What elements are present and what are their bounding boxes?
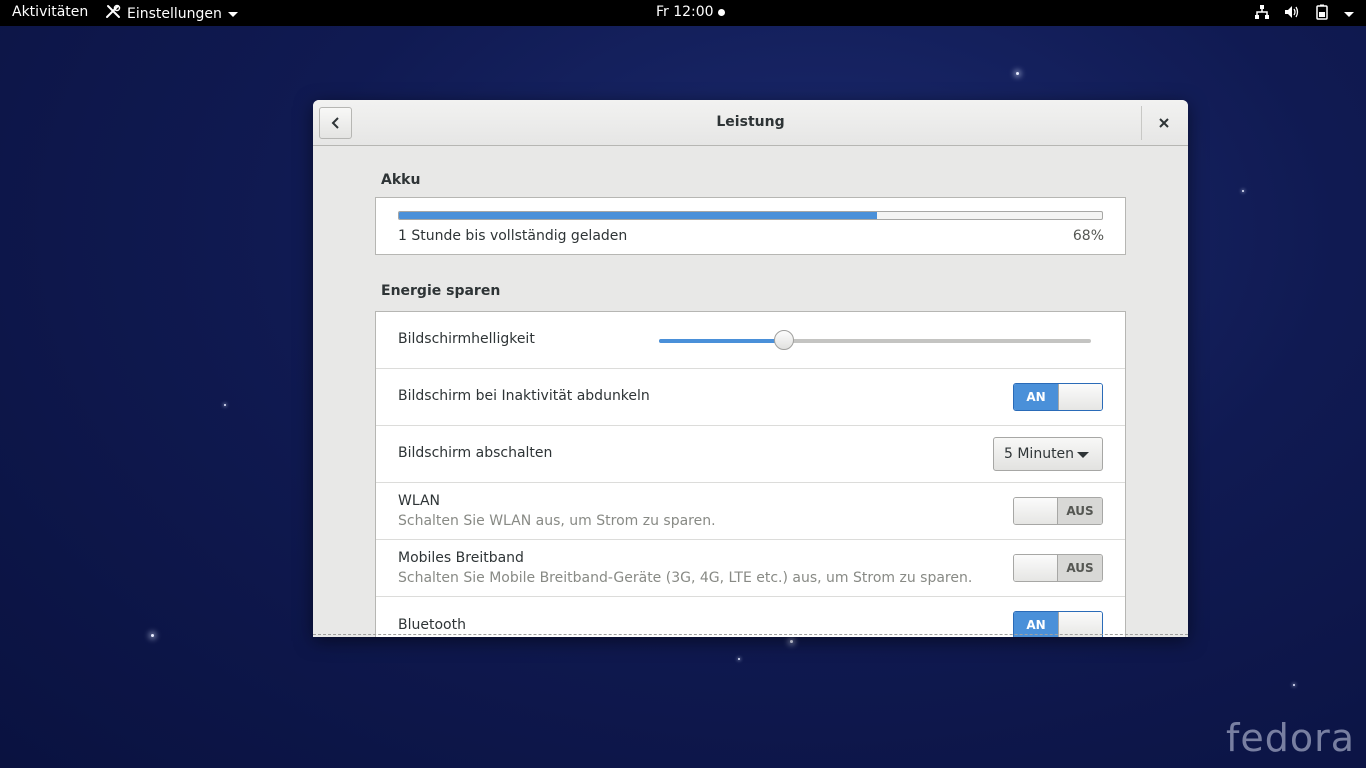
brightness-label: Bildschirmhelligkeit <box>398 331 535 347</box>
bluetooth-label: Bluetooth <box>398 617 466 633</box>
settings-content: Akku 1 Stunde bis vollständig geladen 68… <box>313 146 1188 637</box>
clock[interactable]: Fr 12:00 <box>656 4 725 20</box>
dim-screen-label: Bildschirm bei Inaktivität abdunkeln <box>398 388 650 404</box>
switch-state-label: AN <box>1014 384 1058 410</box>
wallpaper-star <box>790 640 793 643</box>
close-button[interactable] <box>1151 110 1177 136</box>
battery-heading: Akku <box>381 172 421 188</box>
blank-screen-dropdown[interactable]: 5 Minuten <box>993 437 1103 471</box>
battery-level-bar <box>398 211 1103 220</box>
wallpaper-star <box>738 658 740 660</box>
clock-label: Fr 12:00 <box>656 4 714 20</box>
wallpaper-star <box>151 634 154 637</box>
wifi-switch[interactable]: AUS <box>1013 497 1103 525</box>
wifi-label: WLAN <box>398 493 441 509</box>
settings-window: Leistung Akku 1 Stunde bis vollständig g… <box>313 100 1188 637</box>
blank-screen-label: Bildschirm abschalten <box>398 445 553 461</box>
notification-dot-icon <box>717 8 725 16</box>
app-menu-label: Einstellungen <box>127 6 222 22</box>
battery-icon <box>1314 4 1330 24</box>
battery-panel: 1 Stunde bis vollständig geladen 68% <box>375 197 1126 255</box>
dim-screen-row: Bildschirm bei Inaktivität abdunkeln AN <box>376 369 1125 426</box>
wallpaper-star <box>1293 684 1295 686</box>
brightness-slider[interactable] <box>659 330 1091 350</box>
system-tray[interactable] <box>1254 4 1354 24</box>
chevron-down-icon <box>227 11 238 17</box>
battery-status: 1 Stunde bis vollständig geladen <box>398 228 628 244</box>
switch-knob <box>1014 498 1059 524</box>
dim-screen-switch[interactable]: AN <box>1013 383 1103 411</box>
header-bar: Leistung <box>313 100 1188 146</box>
mobile-broadband-row: Mobiles Breitband Schalten Sie Mobile Br… <box>376 540 1125 597</box>
switch-knob <box>1057 384 1102 410</box>
mobile-broadband-label: Mobiles Breitband <box>398 550 524 566</box>
chevron-down-icon <box>1344 11 1354 17</box>
fedora-logo: fedora <box>1226 716 1356 760</box>
switch-knob <box>1014 555 1059 581</box>
network-wired-icon <box>1254 4 1270 24</box>
mobile-broadband-switch[interactable]: AUS <box>1013 554 1103 582</box>
wifi-description: Schalten Sie WLAN aus, um Strom zu spare… <box>398 513 716 529</box>
power-saving-heading: Energie sparen <box>381 283 501 299</box>
brightness-row: Bildschirmhelligkeit <box>376 312 1125 369</box>
top-bar: Aktivitäten Einstellungen Fr 12:00 <box>0 0 1366 26</box>
blank-screen-row: Bildschirm abschalten 5 Minuten <box>376 426 1125 483</box>
tools-icon <box>105 4 121 24</box>
brightness-slider-fill <box>659 339 785 343</box>
chevron-down-icon <box>1077 452 1089 458</box>
battery-percent: 68% <box>1072 228 1104 244</box>
app-menu[interactable]: Einstellungen <box>105 4 238 24</box>
power-saving-panel: Bildschirmhelligkeit Bildschirm bei Inak… <box>375 311 1126 637</box>
wallpaper-star <box>1242 190 1244 192</box>
dropdown-value: 5 Minuten <box>1004 446 1075 462</box>
switch-state-label: AUS <box>1058 498 1102 524</box>
mobile-broadband-description: Schalten Sie Mobile Breitband-Geräte (3G… <box>398 570 973 586</box>
header-separator <box>1141 106 1142 140</box>
volume-icon <box>1284 4 1300 24</box>
window-title: Leistung <box>716 114 785 130</box>
wallpaper-star <box>224 404 226 406</box>
window-bottom-edge <box>313 634 1188 635</box>
wifi-row: WLAN Schalten Sie WLAN aus, um Strom zu … <box>376 483 1125 540</box>
switch-state-label: AUS <box>1058 555 1102 581</box>
bluetooth-row: Bluetooth AN <box>376 597 1125 637</box>
wallpaper-star <box>1016 72 1019 75</box>
battery-level-fill <box>399 212 878 219</box>
close-icon <box>1159 118 1169 128</box>
brightness-slider-handle[interactable] <box>774 330 795 350</box>
activities-button[interactable]: Aktivitäten <box>12 4 88 20</box>
